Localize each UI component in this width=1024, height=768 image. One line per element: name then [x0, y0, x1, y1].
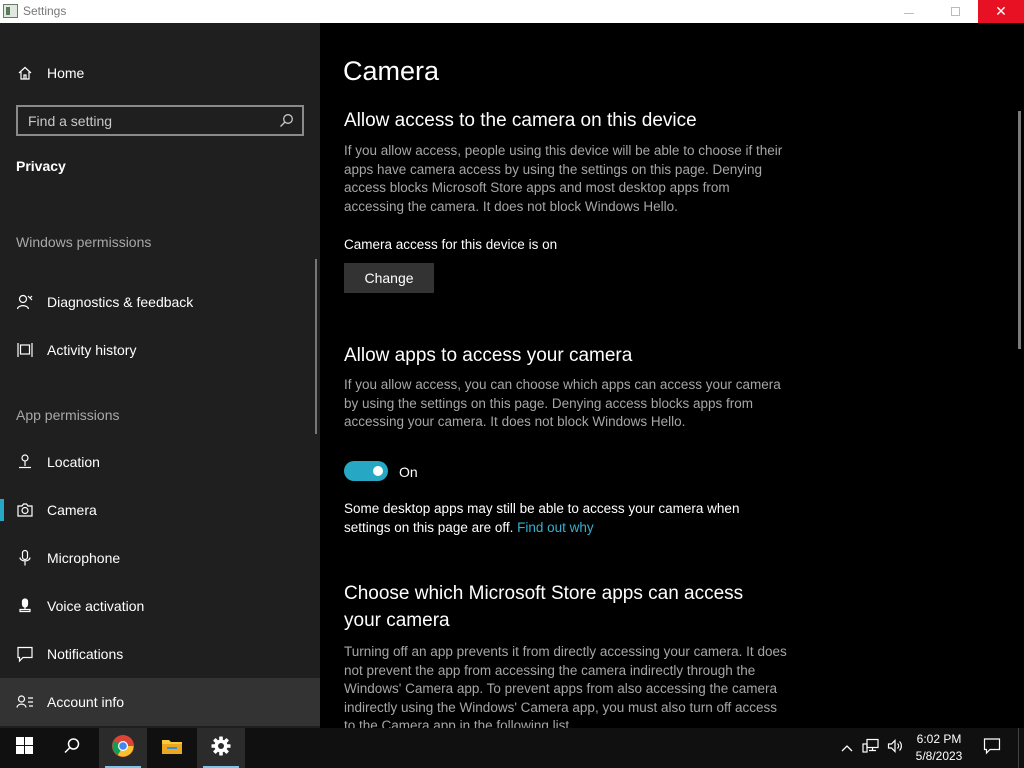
notifications-icon	[16, 645, 34, 663]
network-icon	[862, 738, 880, 759]
sidebar-item-label: Activity history	[47, 342, 137, 358]
sidebar-item-voice-activation[interactable]: Voice activation	[0, 584, 320, 628]
store-apps-heading: Choose which Microsoft Store apps can ac…	[344, 583, 744, 631]
account-info-icon	[16, 693, 34, 711]
sidebar: Home Privacy Windows permissions Diagnos…	[0, 23, 320, 728]
chrome-icon	[111, 734, 135, 763]
title-bar: Settings ✕	[0, 0, 1024, 23]
store-apps-description: Turning off an app prevents it from dire…	[344, 644, 787, 728]
taskbar-settings[interactable]	[197, 728, 245, 768]
category-title: Privacy	[16, 158, 66, 174]
search-input[interactable]	[18, 107, 268, 134]
sidebar-item-location[interactable]: Location	[0, 440, 320, 484]
taskbar-search-button[interactable]	[48, 728, 96, 768]
maximize-button[interactable]	[932, 0, 978, 23]
show-desktop-button[interactable]	[1018, 728, 1019, 768]
start-button[interactable]	[0, 728, 48, 768]
toggle-knob	[373, 466, 383, 476]
taskbar-chrome[interactable]	[99, 728, 147, 768]
change-button[interactable]: Change	[344, 263, 434, 293]
window-title: Settings	[23, 4, 67, 18]
sidebar-item-diagnostics[interactable]: Diagnostics & feedback	[0, 280, 320, 324]
taskbar-clock[interactable]: 6:02 PM 5/8/2023	[906, 731, 972, 765]
close-button[interactable]: ✕	[978, 0, 1024, 23]
toggle-state-label: On	[399, 464, 418, 480]
apps-access-description: If you allow access, you can choose whic…	[344, 377, 781, 429]
sidebar-scrollbar[interactable]	[315, 259, 317, 434]
device-access-heading: Allow access to the camera on this devic…	[344, 110, 697, 131]
minimize-icon	[904, 13, 914, 14]
search-icon	[63, 737, 81, 760]
diagnostics-icon	[16, 293, 34, 311]
section-app-permissions: App permissions	[16, 407, 120, 423]
sidebar-item-camera[interactable]: Camera	[0, 488, 320, 532]
network-button[interactable]	[860, 728, 882, 768]
clock-time: 6:02 PM	[916, 732, 962, 746]
sidebar-item-home[interactable]: Home	[0, 51, 320, 95]
maximize-icon	[950, 7, 960, 16]
search-icon[interactable]	[279, 113, 294, 128]
sidebar-item-label: Voice activation	[47, 598, 145, 614]
main-content: Camera Allow access to the camera on thi…	[320, 23, 1024, 728]
device-access-description: If you allow access, people using this d…	[344, 143, 783, 214]
sidebar-item-microphone[interactable]: Microphone	[0, 536, 320, 580]
sidebar-item-label: Home	[47, 65, 85, 81]
volume-button[interactable]	[884, 728, 906, 768]
sidebar-item-label: Diagnostics & feedback	[47, 294, 194, 310]
section-windows-permissions: Windows permissions	[16, 234, 152, 250]
sidebar-item-label: Notifications	[47, 646, 124, 662]
settings-app-icon	[3, 4, 18, 18]
taskbar: 6:02 PM 5/8/2023	[0, 728, 1024, 768]
close-icon: ✕	[995, 3, 1007, 19]
apps-access-heading: Allow apps to access your camera	[344, 345, 633, 366]
clock-date: 5/8/2023	[915, 749, 963, 763]
activity-history-icon	[16, 341, 34, 359]
folder-icon	[161, 737, 183, 760]
voice-activation-icon	[16, 597, 34, 615]
action-center-button[interactable]	[978, 728, 1006, 768]
notification-center-icon	[983, 737, 1001, 760]
microphone-icon	[16, 549, 34, 567]
desktop-apps-note: Some desktop apps may still be able to a…	[344, 500, 764, 537]
sidebar-item-activity-history[interactable]: Activity history	[0, 328, 320, 372]
gear-icon	[210, 735, 232, 762]
volume-icon	[887, 738, 903, 759]
search-box	[16, 105, 304, 136]
chevron-up-icon	[841, 739, 853, 757]
show-hidden-icons-button[interactable]	[838, 728, 856, 768]
taskbar-file-explorer[interactable]	[148, 728, 196, 768]
windows-logo-icon	[15, 737, 33, 759]
sidebar-item-label: Location	[47, 454, 100, 470]
sidebar-item-notifications[interactable]: Notifications	[0, 632, 320, 676]
main-scrollbar[interactable]	[1018, 111, 1021, 349]
sidebar-item-label: Microphone	[47, 550, 121, 566]
find-out-why-link[interactable]: Find out why	[517, 520, 594, 535]
sidebar-item-label: Account info	[47, 694, 125, 710]
device-access-status: Camera access for this device is on	[344, 237, 558, 252]
camera-icon	[16, 501, 34, 519]
page-title: Camera	[343, 56, 440, 86]
home-icon	[16, 64, 34, 82]
sidebar-item-label: Camera	[47, 502, 97, 518]
location-icon	[16, 453, 34, 471]
sidebar-item-account-info[interactable]: Account info	[0, 678, 320, 726]
apps-access-toggle[interactable]	[344, 461, 388, 481]
minimize-button[interactable]	[886, 0, 932, 23]
